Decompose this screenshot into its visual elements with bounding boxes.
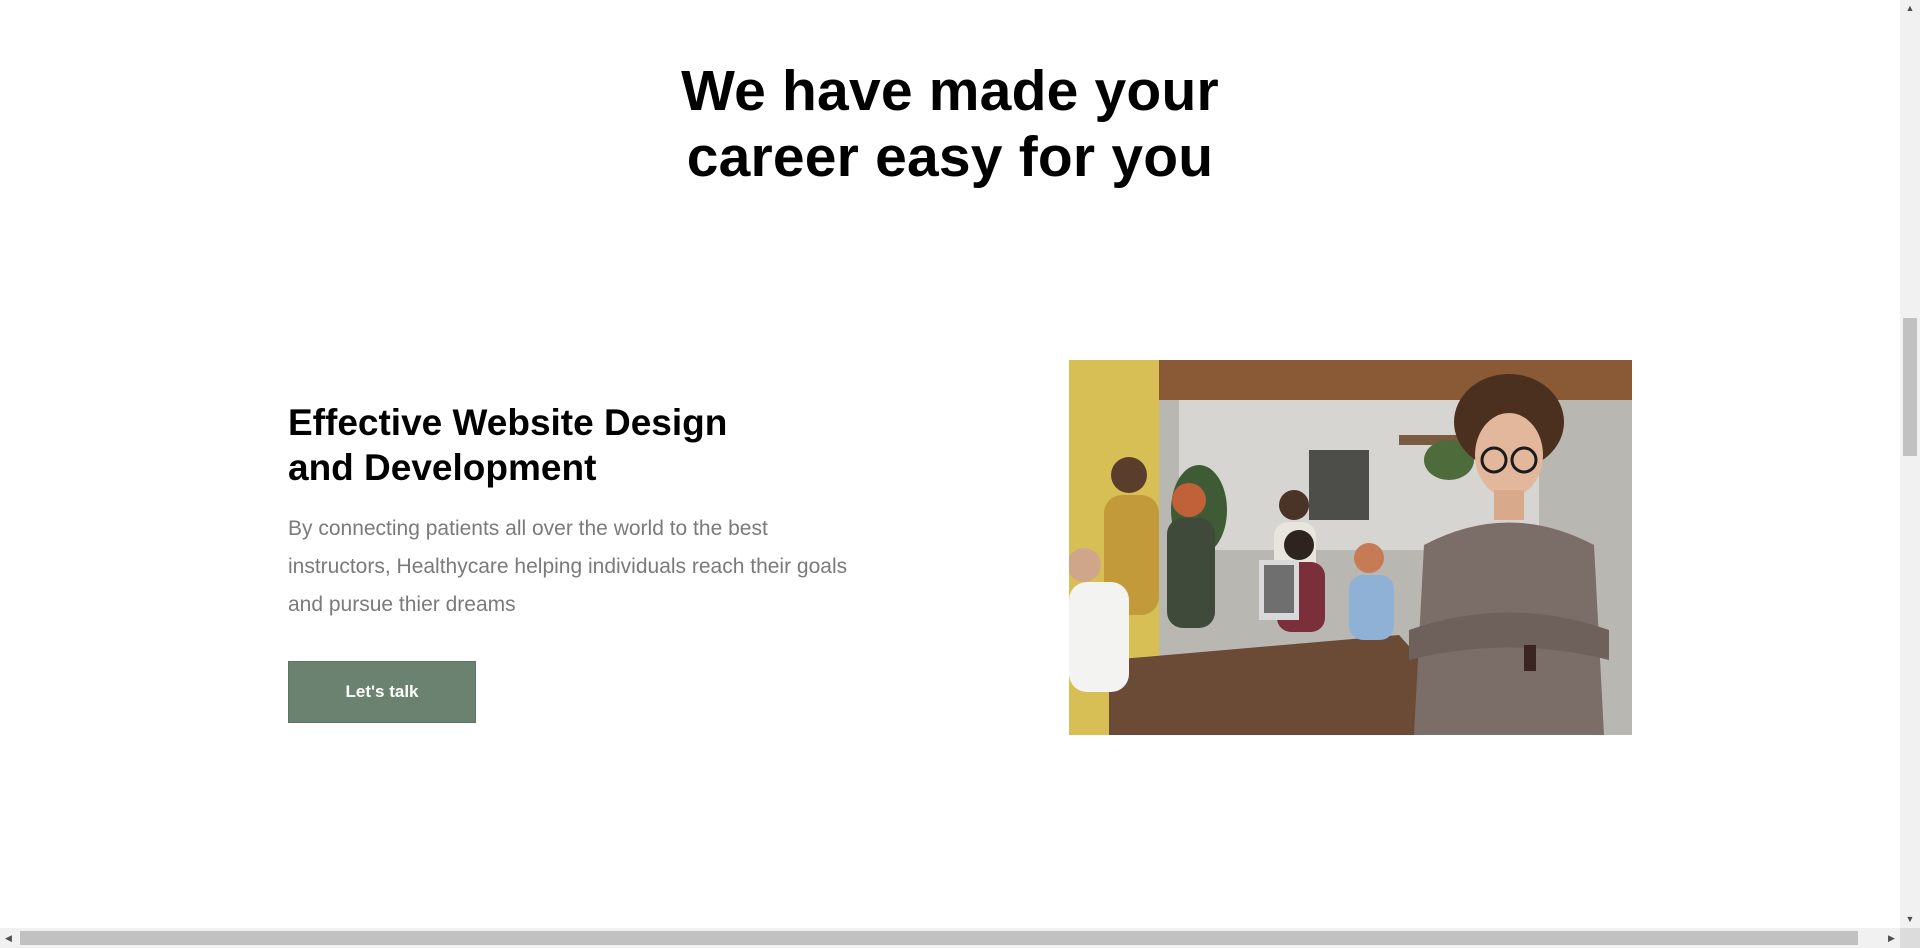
scroll-up-icon[interactable]: ▲ — [1900, 0, 1920, 17]
section-headline: We have made your career easy for you — [0, 58, 1900, 190]
scroll-left-icon[interactable]: ◀ — [0, 928, 17, 948]
team-office-photo — [1069, 360, 1632, 735]
vertical-scroll-thumb[interactable] — [1903, 318, 1917, 456]
feature-title-line-2: and Development — [288, 447, 597, 488]
feature-title-line-1: Effective Website Design — [288, 402, 728, 443]
horizontal-scrollbar[interactable]: ◀ ▶ — [0, 928, 1900, 948]
headline-line-1: We have made your — [681, 59, 1219, 123]
headline-line-2: career easy for you — [686, 125, 1214, 189]
lets-talk-button[interactable]: Let's talk — [288, 661, 476, 723]
feature-description: By connecting patients all over the worl… — [288, 517, 848, 616]
horizontal-scroll-thumb[interactable] — [20, 931, 1858, 945]
scroll-right-icon[interactable]: ▶ — [1883, 928, 1900, 948]
feature-title: Effective Website Design and Development — [288, 400, 727, 490]
scroll-down-icon[interactable]: ▼ — [1900, 911, 1920, 928]
page-viewport: We have made your career easy for you Ef… — [0, 0, 1900, 928]
vertical-scrollbar[interactable]: ▲ ▼ — [1900, 0, 1920, 928]
scrollbar-corner — [1900, 928, 1920, 948]
